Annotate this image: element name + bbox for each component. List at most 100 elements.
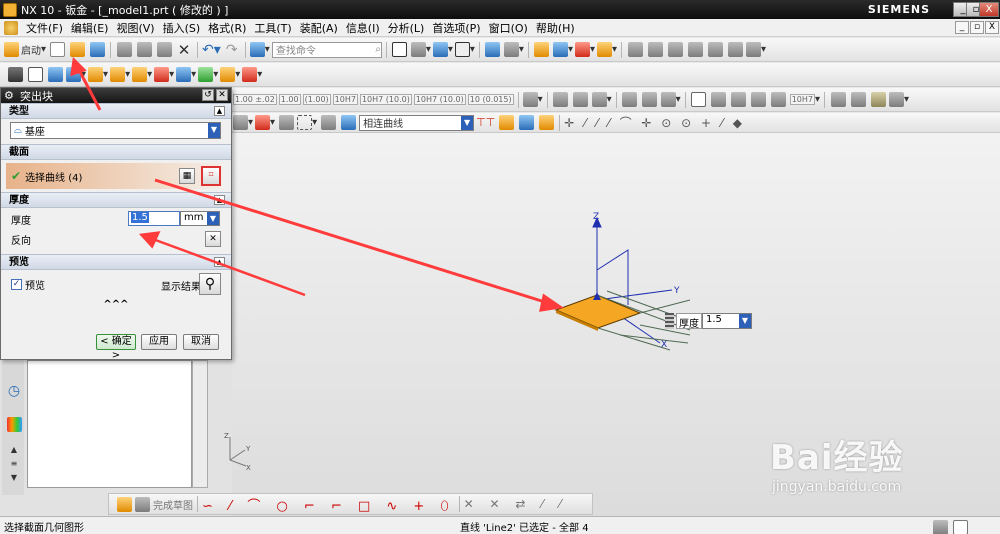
hole-button[interactable]: ▾ [220, 66, 240, 84]
menu-tools[interactable]: 工具(T) [250, 20, 295, 36]
select-tool-5[interactable] [319, 114, 337, 132]
wcs-button[interactable] [484, 41, 502, 59]
history-tab[interactable]: ◷ [5, 382, 23, 400]
delete-button[interactable]: ✕ [175, 41, 193, 59]
render-tool-3[interactable] [869, 91, 887, 109]
menu-assembly[interactable]: 装配(A) [296, 20, 342, 36]
search-command[interactable]: 查找命令 ⌕ [271, 41, 382, 59]
view-tool-5[interactable] [710, 91, 728, 109]
curve-rule-dropdown[interactable]: 相连曲线 ▼ [359, 114, 475, 131]
menu-info[interactable]: 信息(I) [342, 20, 384, 36]
menu-analysis[interactable]: 分析(L) [384, 20, 429, 36]
render-tool-2[interactable] [849, 91, 867, 109]
scroll-down-button[interactable]: ▼ [5, 472, 23, 482]
start-button[interactable]: 启动 ▾ [4, 41, 46, 59]
menu-format[interactable]: 格式(R) [204, 20, 250, 36]
new-file-button[interactable] [48, 41, 66, 59]
dim-tool-7[interactable]: 10 (0.015) [467, 91, 514, 109]
onscreen-thickness-input[interactable]: 厚度 1.5 ▼ [665, 313, 752, 330]
render-style-button[interactable]: ▾ [432, 41, 453, 59]
sketch-curve-tools[interactable]: ∽ ⁄ ⌒ ○ ⌐ ⌐ □ ∿ + ⬯ [202, 495, 455, 514]
corner-button[interactable]: ▾ [154, 66, 174, 84]
filter-button[interactable]: ▾ [552, 41, 573, 59]
gear-icon[interactable]: ⚙ [4, 89, 16, 102]
cancel-button[interactable]: 取消 [183, 334, 219, 350]
status-icon-1[interactable] [931, 518, 949, 534]
search-input[interactable]: 查找命令 ⌕ [271, 41, 382, 58]
status-icon-2[interactable] [951, 518, 969, 534]
palette-tab[interactable] [5, 415, 23, 433]
grid-button[interactable]: ▾ [574, 41, 595, 59]
undo-button[interactable]: ↶ ▾ [202, 41, 221, 59]
navigator-scrollbar[interactable] [192, 360, 208, 488]
annotation-tool-3[interactable] [572, 91, 590, 109]
view-tool-1[interactable] [621, 91, 639, 109]
section-type-header[interactable]: 类型 ▲ [1, 103, 231, 119]
annotation-tool-1[interactable]: ▾ [522, 91, 543, 109]
reset-icon[interactable]: ↺ [202, 89, 214, 101]
sheetmetal-tool-7[interactable]: ▾ [746, 41, 766, 59]
sub-restore-button[interactable]: ▫ [970, 21, 984, 34]
reverse-direction-button[interactable]: ✕ [205, 231, 221, 247]
select-tool-4[interactable]: ▾ [297, 114, 317, 132]
view-tool-8[interactable] [770, 91, 788, 109]
view-tool-6[interactable] [730, 91, 748, 109]
orient-view-button[interactable]: ▾ [410, 41, 431, 59]
scroll-mid-button[interactable]: ≡ [5, 458, 23, 468]
onscreen-thickness-value[interactable]: 1.5 ▼ [702, 313, 752, 329]
snap-tool-1[interactable] [497, 114, 515, 132]
view-tool-3[interactable]: ▾ [660, 91, 681, 109]
menu-insert[interactable]: 插入(S) [159, 20, 205, 36]
menu-help[interactable]: 帮助(H) [532, 20, 579, 36]
sketch-button[interactable] [6, 66, 24, 84]
point-snap-tools[interactable]: ✛ ⁄ ⁄ ⁄ ⌒ ✛ ⊙ ⊙ + ⁄ ◆ [564, 114, 745, 132]
dim-tool-1[interactable]: 1.00 ±.02 [233, 91, 277, 109]
section-preview-header[interactable]: 预览 ▲ [1, 254, 231, 270]
select-tool-2[interactable]: ▾ [255, 114, 275, 132]
collapse-icon[interactable]: ▲ [214, 106, 225, 116]
sheetmetal-tool-4[interactable] [686, 41, 704, 59]
select-curve-row[interactable]: ✔ 选择曲线 (4) ▦ ⌗ [6, 163, 223, 189]
finish-sketch-button[interactable]: 完成草图 [135, 495, 193, 513]
save-button[interactable] [88, 41, 106, 59]
unbend-button[interactable]: ▾ [176, 66, 196, 84]
sheetmetal-tool-6[interactable] [726, 41, 744, 59]
lofted-flange-button[interactable]: ▾ [110, 66, 130, 84]
ok-button[interactable]: < 确定 > [96, 334, 136, 361]
view-tool-2[interactable] [641, 91, 659, 109]
render-tool-1[interactable] [829, 91, 847, 109]
snap-tool-2[interactable] [517, 114, 535, 132]
section-thickness-header[interactable]: 厚度 ▲ [1, 192, 231, 208]
cut-button[interactable] [115, 41, 133, 59]
sketch-edit-tools[interactable]: ✕ ✕ ⇄ ⁄ ⁄ [464, 495, 567, 513]
render-tool-4[interactable]: ▾ [889, 91, 909, 109]
dialog-title-bar[interactable]: ⚙ 突出块 ↺ ✕ [1, 88, 231, 103]
curve-rule-select[interactable]: 相连曲线 ▼ [359, 114, 475, 132]
more-options[interactable]: ^^^ [1, 298, 231, 310]
select-tool-6[interactable] [339, 114, 357, 132]
menu-edit[interactable]: 编辑(E) [67, 20, 113, 36]
dim-tool-3[interactable]: (1.00) [302, 91, 331, 109]
view-tool-4[interactable] [690, 91, 708, 109]
selection-button[interactable]: ▾ [249, 41, 270, 59]
preview-checkbox[interactable]: ✓ [11, 278, 22, 290]
section-section-header[interactable]: 截面 [1, 144, 231, 160]
sheetmetal-tool-2[interactable] [646, 41, 664, 59]
dim-tool-5[interactable]: 10H7 (10.0) [359, 91, 412, 109]
type-dropdown[interactable]: ⌓ 基座 ▼ [10, 122, 221, 139]
section-builder-button[interactable]: ▦ [179, 168, 195, 184]
layer-button[interactable]: ▾ [503, 41, 524, 59]
thickness-input[interactable]: 1.5 [128, 211, 180, 226]
bend-button[interactable]: ▾ [132, 66, 152, 84]
dim-tool-2[interactable]: 1.00 [278, 91, 301, 109]
contour-flange-button[interactable]: ▾ [88, 66, 108, 84]
dim-tool-6[interactable]: 10H7 (10.0) [413, 91, 466, 109]
sheetmetal-tool-1[interactable] [626, 41, 644, 59]
intersect-tool[interactable]: ⊤⊤ [476, 114, 495, 132]
unit-dropdown[interactable]: mm ▼ [180, 211, 220, 226]
menu-view[interactable]: 视图(V) [112, 20, 158, 36]
select-filter-button[interactable]: ▾ [233, 114, 253, 132]
sheetmetal-tool-3[interactable] [666, 41, 684, 59]
menu-file[interactable]: 文件(F) [22, 20, 67, 36]
flange-button[interactable]: ▾ [66, 66, 86, 84]
